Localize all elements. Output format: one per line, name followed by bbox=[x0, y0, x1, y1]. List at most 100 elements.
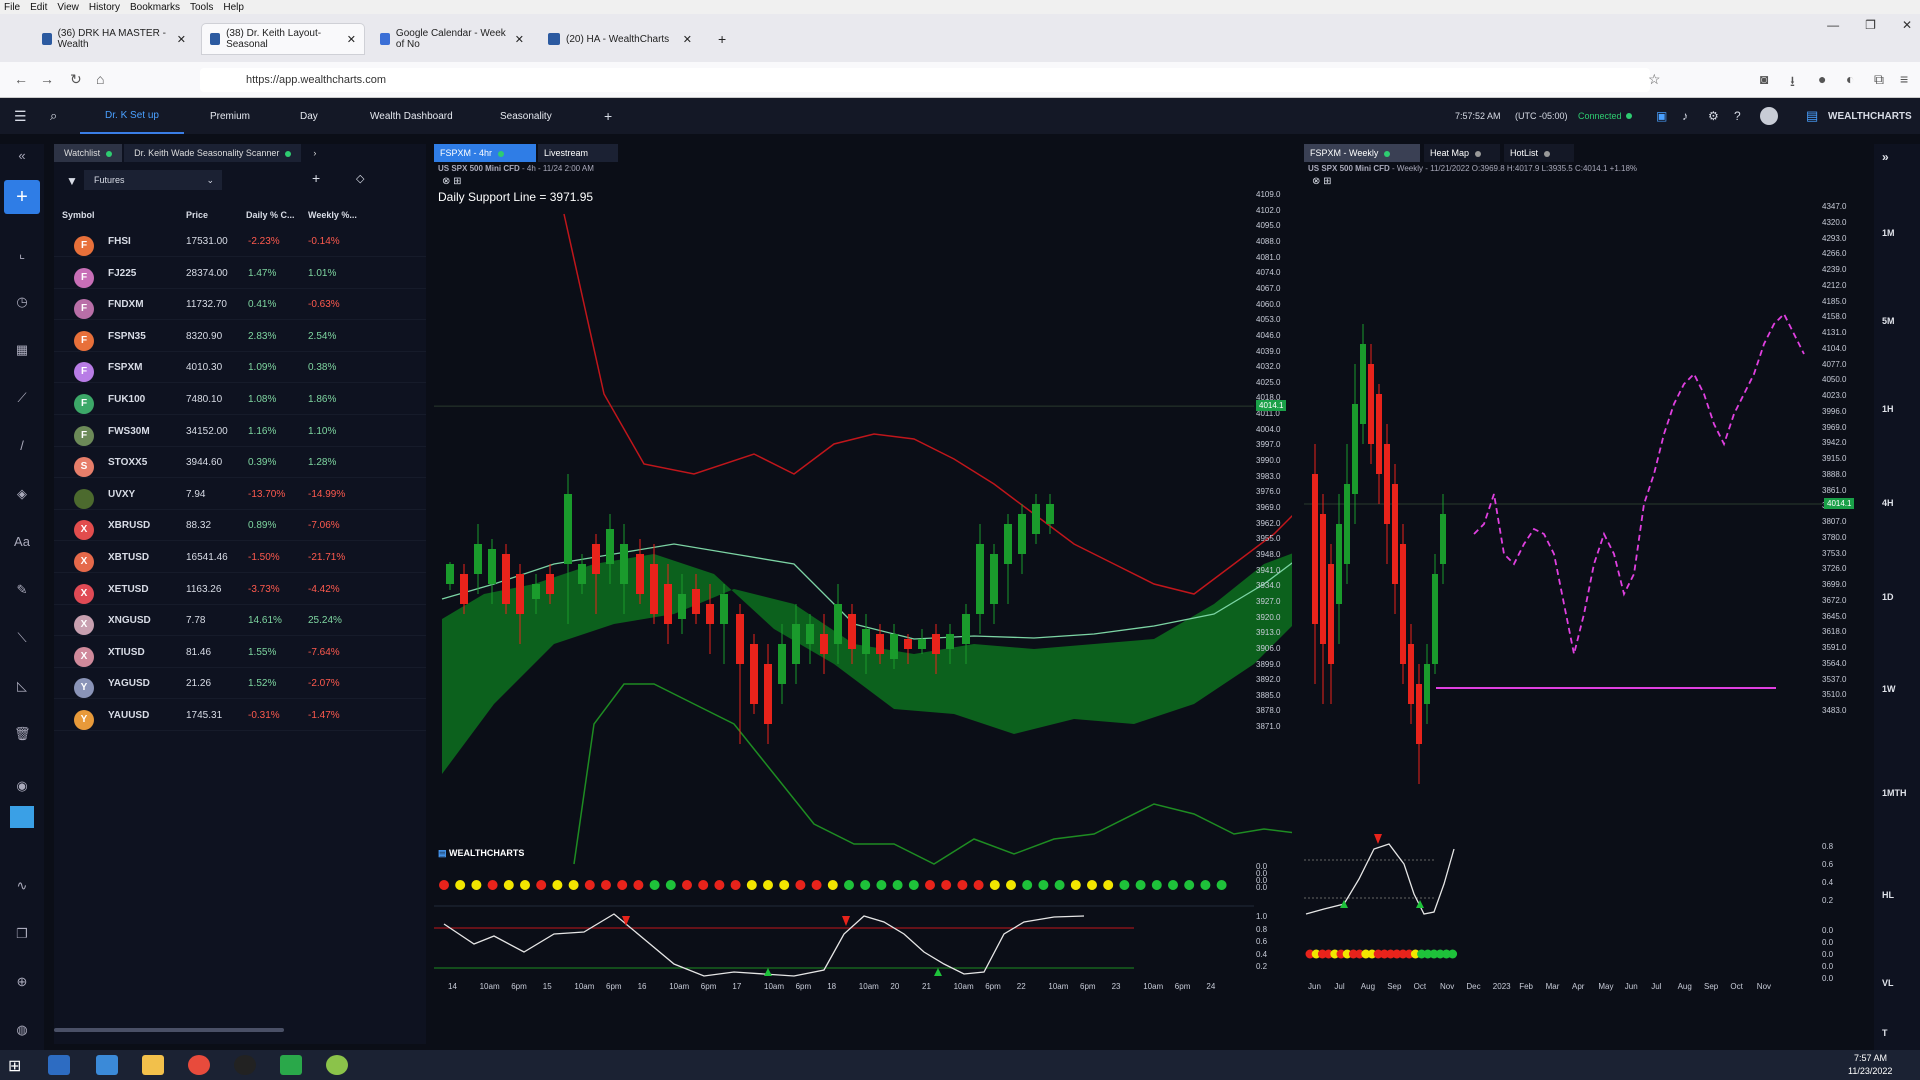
tab-seasonality-scanner[interactable]: Dr. Keith Wade Seasonality Scanner bbox=[124, 144, 302, 162]
menu-item[interactable]: Help bbox=[223, 2, 244, 13]
filter-select[interactable]: Futures ⌄ bbox=[84, 170, 222, 190]
menu-item[interactable]: History bbox=[89, 2, 120, 13]
save-icon[interactable]: ▣ bbox=[1656, 109, 1667, 123]
bookmark-star-icon[interactable]: ☆ bbox=[1648, 71, 1661, 88]
search-icon[interactable]: ⌕ bbox=[50, 108, 57, 124]
close-icon[interactable]: ✕ bbox=[515, 33, 524, 46]
close-icon[interactable]: ✕ bbox=[683, 33, 692, 46]
hamburger-icon[interactable]: ☰ bbox=[14, 108, 27, 125]
timeframe-button[interactable]: 1MTH bbox=[1882, 788, 1907, 798]
home-icon[interactable]: ⌂ bbox=[96, 71, 104, 87]
text-tool-icon[interactable]: Aa bbox=[14, 534, 30, 550]
col-weekly[interactable]: Weekly %... bbox=[308, 210, 357, 220]
wave-icon[interactable]: ∿ bbox=[14, 878, 30, 894]
list-item[interactable]: F FHSI 17531.00 -2.23% -0.14% bbox=[54, 226, 426, 257]
list-item[interactable]: Y YAGUSD 21.26 1.52% -2.07% bbox=[54, 668, 426, 700]
browser-tab-3[interactable]: Google Calendar - Week of No ✕ bbox=[372, 24, 532, 54]
tab-day[interactable]: Day bbox=[300, 98, 318, 134]
chevron-right-icon[interactable]: › bbox=[303, 144, 326, 162]
timeframe-button[interactable]: T bbox=[1882, 1028, 1888, 1038]
browser-tab-4[interactable]: (20) HA - WealthCharts ✕ bbox=[540, 24, 700, 54]
app-icon[interactable] bbox=[234, 1055, 256, 1075]
add-button[interactable]: + bbox=[4, 180, 40, 214]
tab-premium[interactable]: Premium bbox=[210, 98, 250, 134]
list-item[interactable]: X XTIUSD 81.46 1.55% -7.64% bbox=[54, 637, 426, 668]
extension-icon[interactable]: ● bbox=[1818, 71, 1826, 87]
clock-icon[interactable]: ◷ bbox=[14, 294, 30, 310]
extension-icon[interactable]: ◐ bbox=[1846, 71, 1854, 87]
close-window-icon[interactable]: ✕ bbox=[1902, 18, 1912, 32]
list-item[interactable]: F FWS30M 34152.00 1.16% 1.10% bbox=[54, 416, 426, 447]
browser-tab-1[interactable]: (36) DRK HA MASTER - Wealth ✕ bbox=[34, 24, 194, 54]
line-tool-icon[interactable]: / bbox=[14, 438, 30, 454]
folder-icon[interactable] bbox=[142, 1055, 164, 1075]
list-item[interactable]: X XBTUSD 16541.46 -1.50% -21.71% bbox=[54, 542, 426, 573]
menu-item[interactable]: File bbox=[4, 2, 20, 13]
scrollbar[interactable] bbox=[54, 1028, 284, 1032]
list-item[interactable]: F FJ225 28374.00 1.47% 1.01% bbox=[54, 258, 426, 289]
monitor-icon[interactable] bbox=[10, 806, 34, 828]
app-icon[interactable] bbox=[96, 1055, 118, 1075]
timeframe-button[interactable]: 1D bbox=[1882, 592, 1894, 602]
layers-icon[interactable]: ❐ bbox=[14, 926, 30, 942]
timeframe-button[interactable]: HL bbox=[1882, 890, 1894, 900]
add-symbol-button[interactable]: + bbox=[312, 170, 320, 186]
col-price[interactable]: Price bbox=[186, 210, 208, 220]
chrome-icon[interactable] bbox=[188, 1055, 210, 1075]
list-item[interactable]: F FSPXM 4010.30 1.09% 0.38% bbox=[54, 352, 426, 384]
avatar[interactable] bbox=[1760, 107, 1778, 125]
timeframe-button[interactable]: 1M bbox=[1882, 228, 1895, 238]
chart-icon[interactable]: ⌞ bbox=[14, 246, 30, 262]
timeframe-button[interactable]: 1W bbox=[1882, 684, 1896, 694]
measure-icon[interactable]: ◺ bbox=[14, 678, 30, 694]
timeframe-button[interactable]: 1H bbox=[1882, 404, 1894, 414]
list-item[interactable]: F FSPN35 8320.90 2.83% 2.54% bbox=[54, 321, 426, 352]
tab-dr-k-set-up[interactable]: Dr. K Set up bbox=[80, 98, 184, 134]
back-icon[interactable]: ← bbox=[14, 71, 28, 87]
filter-icon[interactable]: ▼ bbox=[66, 174, 78, 188]
timeframe-button[interactable]: 5M bbox=[1882, 316, 1895, 326]
help-icon[interactable]: ? bbox=[1734, 109, 1741, 123]
list-item[interactable]: X XNGUSD 7.78 14.61% 25.24% bbox=[54, 605, 426, 637]
forward-icon[interactable]: → bbox=[40, 71, 54, 87]
col-symbol[interactable]: Symbol bbox=[62, 210, 95, 220]
browser-tab-2[interactable]: (38) Dr. Keith Layout-Seasonal ✕ bbox=[202, 24, 364, 54]
expand-icon[interactable]: » bbox=[1882, 150, 1889, 164]
tab-wealth-dashboard[interactable]: Wealth Dashboard bbox=[370, 98, 453, 134]
eraser-icon[interactable]: ◇ bbox=[356, 172, 364, 185]
calendar-icon[interactable]: ▦ bbox=[14, 342, 30, 358]
add-tab-button[interactable]: + bbox=[604, 108, 612, 124]
url-bar[interactable]: https://app.wealthcharts.com bbox=[200, 68, 1650, 92]
list-item[interactable]: UVXY 7.94 -13.70% -14.99% bbox=[54, 479, 426, 510]
trash-icon[interactable]: 🗑 bbox=[14, 726, 31, 742]
menu-item[interactable]: Edit bbox=[30, 2, 47, 13]
ruler-icon[interactable]: ⟍ bbox=[14, 630, 30, 646]
globe-icon[interactable]: ◍ bbox=[14, 1022, 30, 1038]
app-icon[interactable] bbox=[280, 1055, 302, 1075]
collapse-icon[interactable]: « bbox=[14, 148, 30, 164]
trend-icon[interactable]: ⟋ bbox=[14, 390, 30, 406]
tab-seasonality[interactable]: Seasonality bbox=[500, 98, 552, 134]
list-item[interactable]: X XETUSD 1163.26 -3.73% -4.42% bbox=[54, 574, 426, 605]
extensions-icon[interactable]: ⧉ bbox=[1874, 71, 1884, 88]
list-item[interactable]: Y YAUUSD 1745.31 -0.31% -1.47% bbox=[54, 700, 426, 731]
shapes-icon[interactable]: ◈ bbox=[14, 486, 30, 502]
app-icon[interactable] bbox=[326, 1055, 348, 1075]
list-item[interactable]: S STOXX5 3944.60 0.39% 1.28% bbox=[54, 447, 426, 479]
list-item[interactable]: F FUK100 7480.10 1.08% 1.86% bbox=[54, 384, 426, 415]
maximize-icon[interactable]: ❐ bbox=[1865, 18, 1876, 32]
reload-icon[interactable]: ↻ bbox=[70, 71, 82, 88]
col-daily[interactable]: Daily % C... bbox=[246, 210, 295, 220]
gear-icon[interactable]: ⚙ bbox=[1708, 109, 1719, 123]
timeframe-button[interactable]: 4H bbox=[1882, 498, 1894, 508]
tab-watchlist[interactable]: Watchlist bbox=[54, 144, 123, 162]
pocket-icon[interactable]: ◙ bbox=[1760, 71, 1768, 87]
menu-item[interactable]: View bbox=[57, 2, 79, 13]
close-icon[interactable]: ✕ bbox=[347, 33, 356, 46]
menu-icon[interactable]: ≡ bbox=[1900, 71, 1908, 87]
minimize-icon[interactable]: — bbox=[1827, 18, 1839, 32]
menu-item[interactable]: Bookmarks bbox=[130, 2, 180, 13]
chart-weekly-canvas[interactable] bbox=[1304, 144, 1870, 1044]
pencil-icon[interactable]: ✎ bbox=[14, 582, 30, 598]
bell-icon[interactable]: ♪ bbox=[1682, 109, 1688, 123]
